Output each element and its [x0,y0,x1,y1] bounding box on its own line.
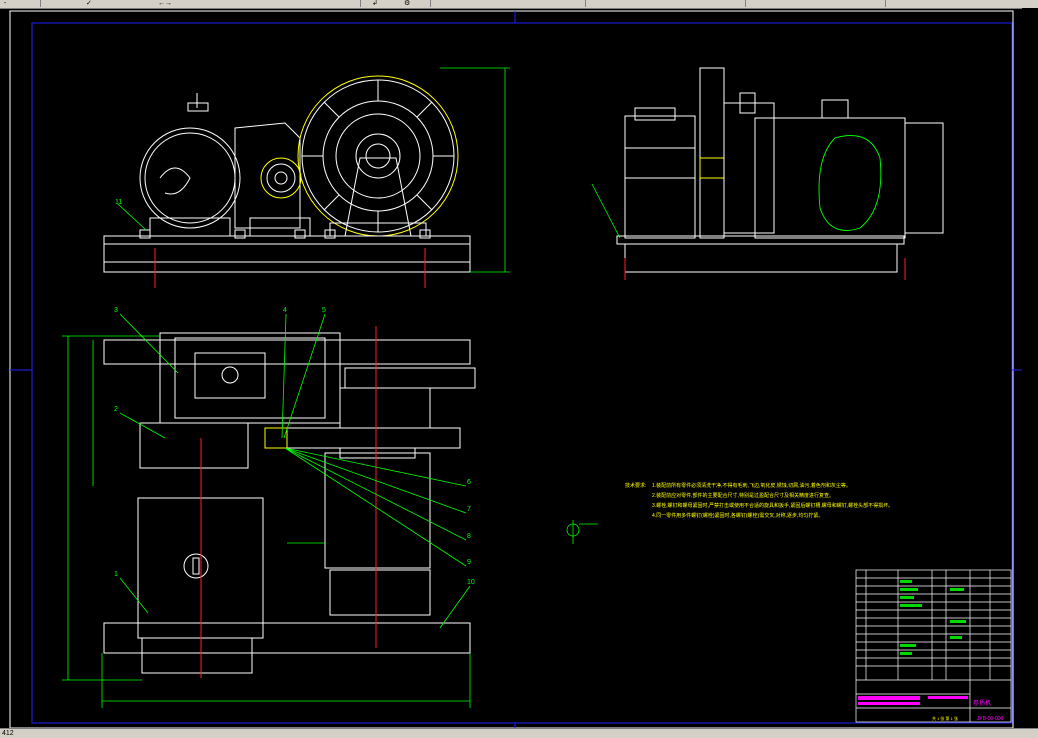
front-view [103,75,471,273]
leader-label: 5 [322,307,326,314]
toolbar-separator [585,0,586,7]
title-block-magenta-row [858,696,968,705]
note-line: 2.装配前应对零件,部件的主要配合尺寸,特别是过盈配合尺寸及相关精度进行复查。 [652,492,834,499]
section-break-outline [818,135,882,231]
title-block-sheet: 共 1 张 第 1 张 [932,715,958,721]
notes-heading: 技术要求: [625,482,646,489]
return-icon[interactable]: ↲ [372,0,378,7]
side-view-leader [591,183,621,239]
leader-label: 8 [467,533,471,540]
front-view-dimensions [117,67,510,273]
toolbar-separator [745,0,746,7]
gear-icon[interactable]: ⚙ [404,0,410,7]
toolbar-separator [430,0,431,7]
top-view-dimensions [62,313,471,708]
leader-label: 2 [114,406,118,413]
side-view [616,67,944,273]
title-block-fills [900,580,966,655]
title-block-number: JYB-00-000 [977,716,1004,722]
toolbar-button-1[interactable]: - [4,0,6,7]
top-view [103,332,476,674]
top-view-centerlines [200,326,377,678]
note-line: 1.装配前所有零件必须清洗干净,不得有毛刺,飞边,氧化皮,锈蚀,切屑,油污,着色… [652,482,851,489]
detail-symbol [566,520,598,544]
note-line: 3.螺栓,螺钉和螺母紧固时,严禁打击或使用不合适的旋具和扳手,紧固后螺钉槽,螺母… [652,502,893,509]
leader-label: 11 [115,199,122,206]
cad-drawing-canvas[interactable]: 11 3 2 4 5 1 6 7 8 9 10 技术要求: 1.装配前所有零件必… [0,8,1022,728]
leader-label: 6 [467,479,471,486]
leader-label: 7 [467,506,471,513]
check-icon[interactable]: ✓ [86,0,92,7]
leader-label: 1 [114,571,118,578]
toolbar-separator [885,0,886,7]
front-view-centerlines [154,248,426,288]
leader-label: 3 [114,307,118,314]
title-block-name: 卷扬机 [973,699,991,707]
leader-label: 4 [283,307,287,314]
side-view-centerlines [624,258,906,280]
arrows-icon[interactable]: ←→ [158,0,172,7]
leader-label: 10 [467,579,475,586]
toolbar-separator [40,0,41,7]
note-line: 4.同一零件用多件螺钉(螺栓)紧固时,各螺钉(螺栓)需交叉,对称,逐步,均匀拧紧… [652,512,823,519]
toolbar-separator [360,0,361,7]
scrollbar-area[interactable] [1022,8,1038,728]
leader-label: 9 [467,559,471,566]
